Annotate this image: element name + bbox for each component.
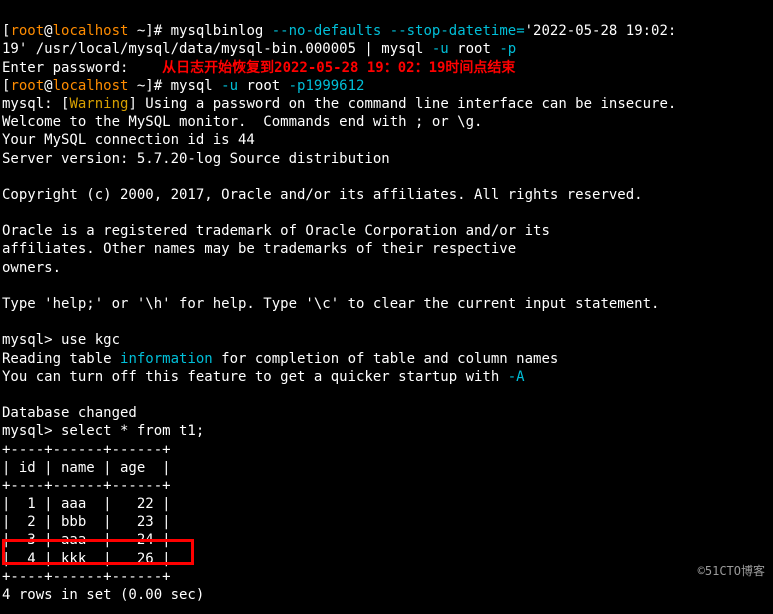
reading-table: Reading table information for completion… bbox=[2, 351, 558, 367]
annotation-text: 从日志开始恢复到2022-05-28 19：02：19时间点结束 bbox=[137, 60, 516, 76]
connection-id: Your MySQL connection id is 44 bbox=[2, 132, 255, 148]
turn-off-hint: You can turn off this feature to get a q… bbox=[2, 369, 525, 385]
trademark-3: owners. bbox=[2, 260, 61, 276]
table-header: | id | name | age | bbox=[2, 460, 171, 476]
watermark-text: ©51CTO博客 bbox=[698, 564, 765, 580]
table-sep: +----+------+------+ bbox=[2, 569, 171, 585]
prompt-line-1[interactable]: [root@localhost ~]# mysqlbinlog --no-def… bbox=[2, 23, 676, 39]
prompt-line-1b[interactable]: 19' /usr/local/mysql/data/mysql-bin.0000… bbox=[2, 41, 516, 57]
mysql-warning: mysql: [Warning] Using a password on the… bbox=[2, 96, 676, 112]
table-row: | 4 | kkk | 26 | bbox=[2, 551, 171, 567]
mysql-use-kgc[interactable]: mysql> use kgc bbox=[2, 332, 120, 348]
table-sep: +----+------+------+ bbox=[2, 442, 171, 458]
database-changed: Database changed bbox=[2, 405, 137, 421]
trademark-1: Oracle is a registered trademark of Orac… bbox=[2, 223, 550, 239]
welcome-text: Welcome to the MySQL monitor. Commands e… bbox=[2, 114, 482, 130]
copyright: Copyright (c) 2000, 2017, Oracle and/or … bbox=[2, 187, 643, 203]
table-row: | 1 | aaa | 22 | bbox=[2, 496, 171, 512]
help-text: Type 'help;' or '\h' for help. Type '\c'… bbox=[2, 296, 659, 312]
terminal-output: [root@localhost ~]# mysqlbinlog --no-def… bbox=[0, 0, 773, 614]
trademark-2: affiliates. Other names may be trademark… bbox=[2, 241, 516, 257]
rows-summary: 4 rows in set (0.00 sec) bbox=[2, 587, 204, 603]
enter-password: Enter password: 从日志开始恢复到2022-05-28 19：02… bbox=[2, 60, 515, 76]
table-sep: +----+------+------+ bbox=[2, 478, 171, 494]
table-row: | 2 | bbb | 23 | bbox=[2, 514, 171, 530]
prompt-line-2[interactable]: [root@localhost ~]# mysql -u root -p1999… bbox=[2, 78, 364, 94]
mysql-select[interactable]: mysql> select * from t1; bbox=[2, 423, 204, 439]
table-row: | 3 | aaa | 24 | bbox=[2, 532, 171, 548]
server-version: Server version: 5.7.20-log Source distri… bbox=[2, 151, 390, 167]
